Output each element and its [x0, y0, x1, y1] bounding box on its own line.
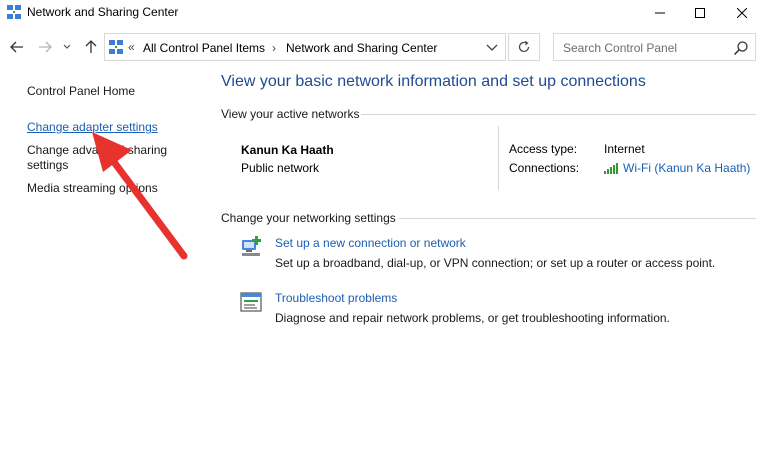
chevron-down-icon	[63, 44, 71, 49]
search-placeholder: Search Control Panel	[563, 41, 678, 55]
wifi-signal-icon	[604, 163, 618, 174]
troubleshoot-problems-description: Diagnose and repair network problems, or…	[275, 311, 670, 325]
breadcrumb-all-control-panel-items[interactable]: All Control Panel Items	[143, 41, 265, 55]
sidebar-item-change-adapter-settings[interactable]: Change adapter settings	[27, 120, 187, 135]
new-connection-icon	[242, 236, 261, 256]
close-icon	[737, 7, 747, 18]
breadcrumb-separator[interactable]: ›	[272, 41, 276, 55]
section-divider	[399, 218, 756, 219]
breadcrumb-network-and-sharing-center[interactable]: Network and Sharing Center	[286, 41, 437, 55]
up-arrow-icon	[85, 40, 97, 53]
up-button[interactable]	[81, 37, 101, 57]
address-dropdown-icon[interactable]	[485, 40, 499, 54]
network-divider	[498, 126, 499, 190]
connections-label: Connections:	[509, 161, 580, 175]
forward-arrow-icon	[39, 41, 52, 53]
networking-settings-heading: Change your networking settings	[221, 211, 396, 225]
network-center-icon	[7, 5, 21, 19]
sidebar-item-control-panel-home[interactable]: Control Panel Home	[27, 84, 135, 98]
network-type: Public network	[241, 161, 320, 175]
window-title: Network and Sharing Center	[27, 5, 179, 19]
setup-new-connection-description: Set up a broadband, dial-up, or VPN conn…	[275, 256, 716, 270]
troubleshoot-problems-link[interactable]: Troubleshoot problems	[275, 291, 397, 305]
recent-locations-button[interactable]	[60, 37, 74, 57]
close-button[interactable]	[722, 0, 762, 25]
sidebar-item-change-advanced-sharing-settings[interactable]: Change advanced sharing settings	[27, 143, 177, 173]
back-button[interactable]	[7, 37, 27, 57]
maximize-icon	[695, 7, 705, 18]
address-bar[interactable]: « All Control Panel Items › Network and …	[104, 33, 506, 61]
breadcrumb-overflow[interactable]: «	[128, 40, 135, 54]
minimize-icon	[655, 12, 665, 13]
sidebar-item-media-streaming-options[interactable]: Media streaming options	[27, 181, 187, 196]
annotation-arrow	[92, 132, 188, 260]
page-title: View your basic network information and …	[221, 73, 646, 90]
wifi-connection-label[interactable]: Wi-Fi (Kanun Ka Haath)	[623, 161, 750, 175]
setup-new-connection-link[interactable]: Set up a new connection or network	[275, 236, 466, 250]
wifi-connection-link[interactable]: Wi-Fi (Kanun Ka Haath)	[604, 161, 750, 175]
search-icon[interactable]	[733, 40, 749, 56]
access-type-label: Access type:	[509, 142, 578, 156]
minimize-button[interactable]	[640, 0, 680, 25]
refresh-button[interactable]	[508, 33, 540, 61]
access-type-value: Internet	[604, 142, 645, 156]
control-panel-icon	[109, 40, 123, 54]
refresh-icon	[518, 40, 530, 53]
active-networks-heading: View your active networks	[221, 107, 360, 121]
navigation-bar: « All Control Panel Items › Network and …	[0, 30, 764, 64]
network-name: Kanun Ka Haath	[241, 143, 334, 157]
search-input[interactable]: Search Control Panel	[553, 33, 756, 61]
forward-button[interactable]	[35, 37, 55, 57]
troubleshoot-icon	[240, 292, 262, 312]
back-arrow-icon	[10, 41, 23, 53]
title-bar: Network and Sharing Center	[0, 0, 764, 25]
maximize-button[interactable]	[680, 0, 720, 25]
section-divider	[361, 114, 756, 115]
